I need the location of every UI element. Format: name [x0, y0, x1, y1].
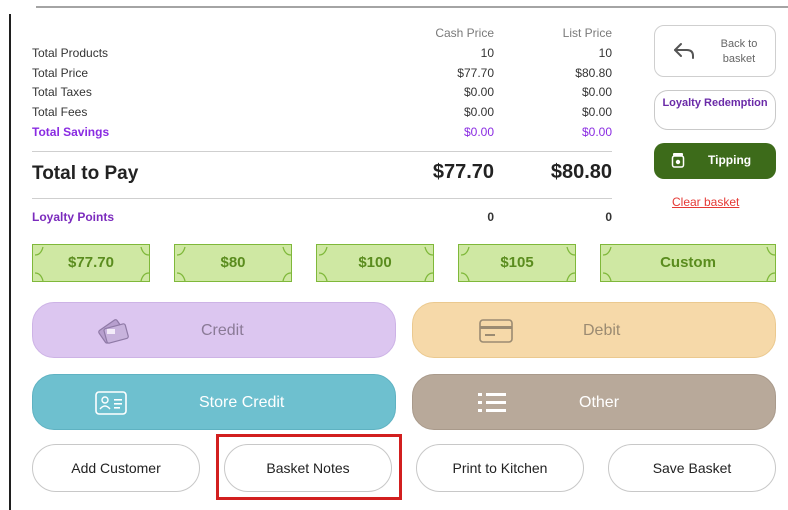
debit-payment-button[interactable]: Debit — [412, 302, 776, 358]
quick-amount-button-3[interactable]: $100 — [316, 244, 434, 282]
list-value: $0.00 — [581, 85, 612, 99]
total-cash-value: $77.70 — [432, 161, 494, 183]
add-customer-button[interactable]: Add Customer — [32, 444, 200, 492]
tip-jar-icon — [671, 153, 685, 168]
save-basket-button[interactable]: Save Basket — [608, 444, 776, 492]
list-value: 10 — [598, 46, 612, 60]
summary-row-total-taxes: Total Taxes $0.00 $0.00 — [32, 83, 618, 102]
list-value: $80.80 — [575, 66, 612, 80]
quick-amount-button-1[interactable]: $77.70 — [32, 244, 150, 282]
row-label: Total Price — [32, 66, 89, 80]
list-value: $0.00 — [581, 105, 612, 119]
bill-amount: $80 — [220, 254, 246, 271]
quick-amount-button-4[interactable]: $105 — [458, 244, 576, 282]
other-payment-button[interactable]: Other — [412, 374, 776, 430]
store-credit-label: Store Credit — [199, 394, 285, 411]
cash-price-header: Cash Price — [435, 26, 494, 40]
row-label: Total Products — [32, 46, 109, 60]
custom-amount-button[interactable]: Custom — [600, 244, 776, 282]
list-icon — [478, 393, 506, 412]
debit-card-icon — [479, 319, 513, 343]
debit-label: Debit — [583, 322, 621, 339]
row-label: Total Savings — [32, 125, 110, 139]
back-arrow-icon — [674, 43, 694, 59]
bill-amount: $77.70 — [68, 254, 114, 271]
list-price-header: List Price — [562, 26, 612, 40]
bill-amount: Custom — [660, 254, 716, 271]
summary-row-total-products: Total Products 10 10 — [32, 44, 618, 63]
cash-value: $0.00 — [463, 125, 494, 139]
other-label: Other — [579, 394, 620, 411]
loyalty-points-label: Loyalty Points — [32, 210, 115, 224]
loyalty-points-list: 0 — [605, 210, 612, 224]
cash-value: 10 — [480, 46, 494, 60]
row-label: Total Taxes — [32, 85, 92, 99]
summary-row-total-fees: Total Fees $0.00 $0.00 — [32, 103, 618, 122]
summary-divider — [32, 151, 612, 152]
back-to-basket-label: Back to basket — [720, 38, 758, 65]
total-to-pay-row: Total to Pay $77.70 $80.80 — [32, 161, 618, 191]
store-credit-payment-button[interactable]: Store Credit — [32, 374, 396, 430]
id-card-icon — [95, 391, 127, 415]
tipping-button[interactable]: Tipping — [654, 143, 776, 179]
left-border — [9, 14, 11, 510]
quick-amount-button-2[interactable]: $80 — [174, 244, 292, 282]
bill-amount: $100 — [358, 254, 392, 271]
summary-row-total-price: Total Price $77.70 $80.80 — [32, 64, 618, 83]
loyalty-redemption-button[interactable]: Loyalty Redemption — [654, 90, 776, 130]
total-label: Total to Pay — [32, 163, 139, 184]
bill-amount: $105 — [500, 254, 534, 271]
row-label: Total Fees — [32, 105, 88, 119]
loyalty-points-row: Loyalty Points 0 0 — [32, 208, 618, 226]
credit-cards-icon — [98, 319, 129, 344]
cash-value: $0.00 — [463, 85, 494, 99]
loyalty-points-cash: 0 — [487, 210, 494, 224]
tipping-label: Tipping — [708, 153, 752, 167]
credit-label: Credit — [201, 322, 244, 339]
highlight-box — [216, 434, 402, 500]
total-list-value: $80.80 — [550, 161, 612, 183]
back-to-basket-button[interactable]: Back to basket — [654, 25, 776, 77]
cash-value: $0.00 — [463, 105, 494, 119]
clear-basket-link[interactable]: Clear basket — [672, 195, 739, 209]
total-divider — [32, 198, 612, 199]
cash-value: $77.70 — [457, 66, 494, 80]
print-to-kitchen-button[interactable]: Print to Kitchen — [416, 444, 584, 492]
top-border — [36, 6, 788, 8]
credit-payment-button[interactable]: Credit — [32, 302, 396, 358]
list-value: $0.00 — [581, 125, 612, 139]
summary-row-total-savings: Total Savings $0.00 $0.00 — [32, 123, 618, 142]
